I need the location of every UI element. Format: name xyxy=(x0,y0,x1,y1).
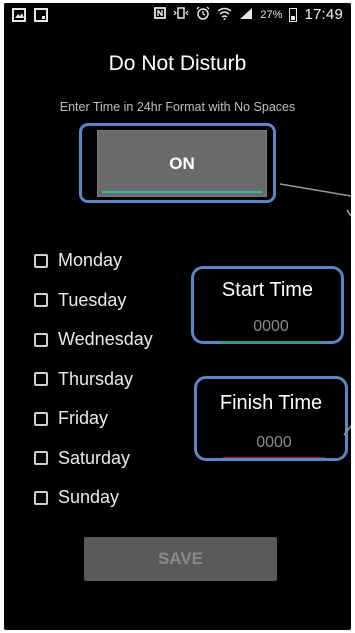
status-bar: 27% 17:49 xyxy=(4,3,351,29)
day-label-thursday: Thursday xyxy=(58,368,134,389)
start-time-label: Start Time xyxy=(221,279,314,301)
callout-line-on-1 xyxy=(279,183,351,197)
wifi-icon xyxy=(217,7,232,23)
checkbox-saturday[interactable] xyxy=(34,451,48,466)
checkbox-friday[interactable] xyxy=(34,411,48,426)
day-label-tuesday: Tuesday xyxy=(58,289,127,310)
status-left xyxy=(12,8,48,25)
day-thursday[interactable]: Thursday xyxy=(34,360,153,400)
status-right: 27% 17:49 xyxy=(154,6,343,23)
day-sunday[interactable]: Sunday xyxy=(34,478,153,518)
save-button-label: SAVE xyxy=(157,549,204,568)
battery-icon xyxy=(289,7,298,22)
day-label-wednesday: Wednesday xyxy=(58,329,153,350)
save-icon xyxy=(34,8,48,25)
save-button[interactable]: SAVE xyxy=(84,537,277,581)
day-label-saturday: Saturday xyxy=(58,447,131,468)
on-toggle-button[interactable]: ON xyxy=(97,130,267,197)
image-icon xyxy=(12,8,26,25)
page-title: Do Not Disturb xyxy=(108,52,247,75)
finish-time-box: Finish Time xyxy=(194,376,348,461)
finish-time-input[interactable] xyxy=(223,429,325,458)
battery-percent: 27% xyxy=(260,8,283,21)
day-friday[interactable]: Friday xyxy=(34,399,153,439)
checkbox-thursday[interactable] xyxy=(34,372,48,387)
on-toggle-label: ON xyxy=(169,153,195,173)
callout-line-on-2 xyxy=(346,209,351,217)
day-monday[interactable]: Monday xyxy=(34,241,153,281)
checkbox-tuesday[interactable] xyxy=(34,293,48,308)
instruction-text: Enter Time in 24hr Format with No Spaces xyxy=(59,100,296,114)
alarm-icon xyxy=(196,6,210,23)
nfc-icon xyxy=(154,7,167,22)
day-tuesday[interactable]: Tuesday xyxy=(34,281,153,321)
day-wednesday[interactable]: Wednesday xyxy=(34,320,153,360)
checkbox-monday[interactable] xyxy=(34,253,48,268)
start-time-box: Start Time xyxy=(191,266,344,344)
signal-icon xyxy=(239,7,253,23)
day-label-friday: Friday xyxy=(58,408,109,429)
day-label-sunday: Sunday xyxy=(58,487,120,508)
start-time-input[interactable] xyxy=(220,313,322,343)
day-label-monday: Monday xyxy=(58,250,123,271)
finish-time-label: Finish Time xyxy=(219,392,323,414)
checkbox-wednesday[interactable] xyxy=(34,332,48,347)
status-time: 17:49 xyxy=(304,6,343,23)
checkbox-sunday[interactable] xyxy=(34,490,48,505)
vibrate-icon xyxy=(173,7,189,22)
days-list: Monday Tuesday Wednesday Thursday Friday… xyxy=(34,241,153,518)
day-saturday[interactable]: Saturday xyxy=(34,439,153,479)
phone-screen: 27% 17:49 Do Not Disturb Enter Time in 2… xyxy=(4,3,351,630)
